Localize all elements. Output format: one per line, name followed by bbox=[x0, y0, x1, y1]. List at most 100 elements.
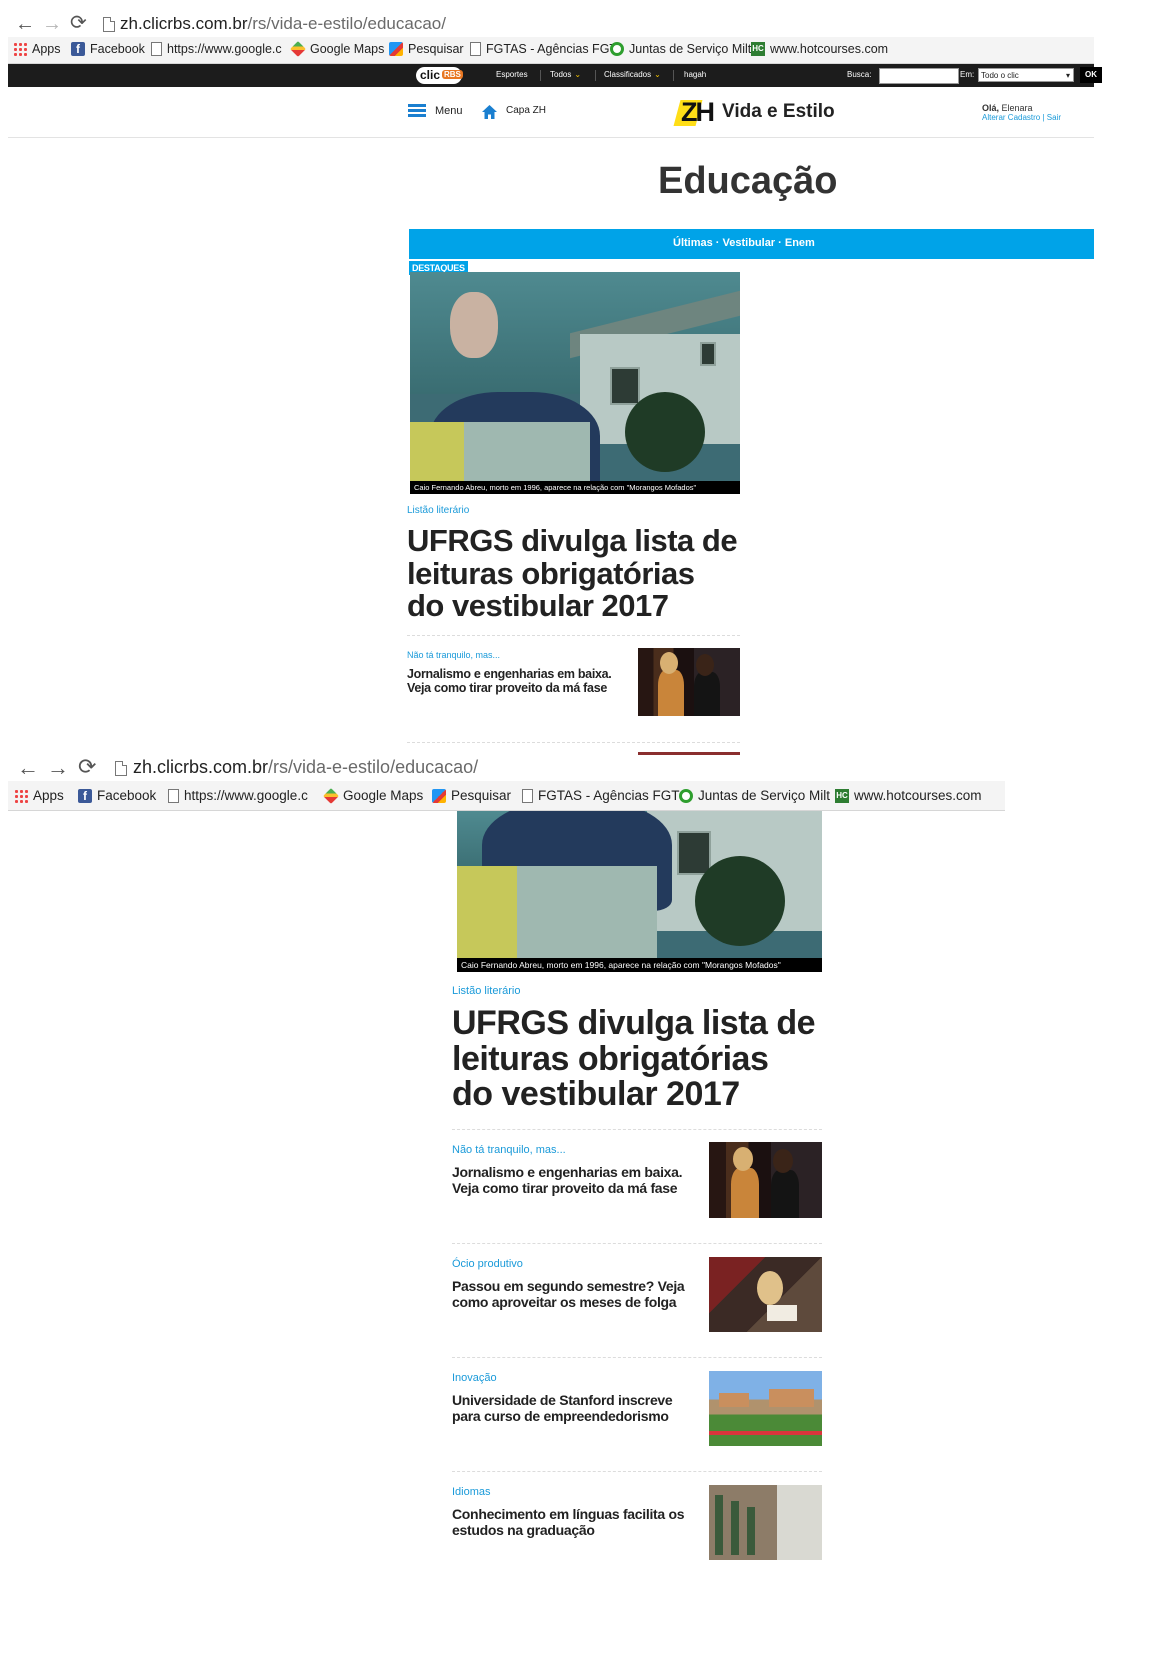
page-icon bbox=[470, 42, 481, 56]
headline-line: como aproveitar os meses de folga bbox=[452, 1294, 677, 1311]
bookmark-juntas[interactable]: Juntas de Serviço Milt bbox=[610, 42, 751, 56]
page-icon bbox=[168, 788, 179, 803]
divider bbox=[407, 742, 740, 743]
bookmark-apps[interactable]: Apps bbox=[14, 788, 64, 803]
article-headline[interactable]: Conhecimento em línguas facilita os estu… bbox=[452, 1506, 685, 1538]
article-category[interactable]: Ócio produtivo bbox=[452, 1258, 523, 1270]
back-arrow-icon[interactable]: ← bbox=[17, 757, 39, 779]
divider bbox=[452, 1129, 822, 1130]
juntas-icon bbox=[610, 42, 624, 56]
article-category[interactable]: Idiomas bbox=[452, 1486, 491, 1498]
divider bbox=[452, 1471, 822, 1472]
clicrbs-logo[interactable]: clic RBS bbox=[416, 67, 463, 84]
headline-line: do vestibular 2017 bbox=[452, 1075, 740, 1114]
capa-zh-link[interactable]: Capa ZH bbox=[506, 105, 546, 116]
photo-caption: Caio Fernando Abreu, morto em 1996, apar… bbox=[410, 481, 740, 494]
forward-arrow-icon[interactable]: → bbox=[47, 757, 69, 779]
headline-line: Passou em segundo semestre? Veja bbox=[452, 1278, 685, 1294]
article-category[interactable]: Não tá tranquilo, mas... bbox=[452, 1144, 566, 1156]
site-header: Menu Capa ZH ZH Vida e Estilo Olá, Elena… bbox=[8, 87, 1094, 138]
clicrbs-top-bar: clic RBS Esportes Todos ⌄ Classificados ⌄ h… bbox=[8, 64, 1102, 87]
maps-icon bbox=[323, 787, 339, 804]
account-links[interactable]: Alterar Cadastro | Sair bbox=[982, 113, 1061, 122]
user-greeting: Olá, Elenara bbox=[982, 103, 1033, 113]
bookmark-google[interactable]: https://www.google.c bbox=[168, 788, 308, 803]
juntas-icon bbox=[679, 788, 693, 803]
headline-line: para curso de empreendedorismo bbox=[452, 1408, 669, 1425]
bookmark-juntas[interactable]: Juntas de Serviço Milt bbox=[679, 788, 830, 803]
student-reading-photo[interactable] bbox=[709, 1257, 822, 1332]
featured-photo[interactable]: Caio Fernando Abreu, morto em 1996, apar… bbox=[457, 811, 822, 972]
article-headline[interactable]: Passou em segundo semestre? Veja como ap… bbox=[452, 1278, 685, 1311]
headline-line: leituras obrigatórias bbox=[452, 1039, 769, 1078]
bookmark-pesquisar[interactable]: Pesquisar bbox=[432, 788, 511, 803]
browser-toolbar-top: ← → ⟳ zh.clicrbs.com.br/rs/vida-e-estilo… bbox=[0, 0, 1169, 37]
bookmark-apps[interactable]: Apps bbox=[13, 42, 61, 56]
facebook-icon: f bbox=[78, 788, 92, 803]
bookmark-fgtas[interactable]: FGTAS - Agências FGT bbox=[522, 788, 680, 803]
headline-line: Jornalismo e engenharias em baixa. bbox=[452, 1164, 683, 1180]
clic-classificados-menu[interactable]: Classificados ⌄ bbox=[604, 70, 661, 79]
bookmark-google-maps[interactable]: Google Maps bbox=[323, 787, 423, 804]
subnav-links[interactable]: Últimas · Vestibular · Enem bbox=[673, 237, 815, 249]
featured-photo[interactable]: Caio Fernando Abreu, morto em 1996, apar… bbox=[410, 272, 740, 494]
page-icon bbox=[151, 42, 162, 56]
headline-line: Conhecimento em línguas facilita os bbox=[452, 1506, 685, 1522]
two-women-photo[interactable] bbox=[709, 1142, 822, 1218]
divider bbox=[540, 70, 541, 81]
divider bbox=[452, 1357, 822, 1358]
hotcourses-icon: HC bbox=[751, 42, 765, 56]
hamburger-icon[interactable] bbox=[408, 104, 426, 118]
headline-line: leituras obrigatórias bbox=[407, 555, 695, 591]
bookmark-google-maps[interactable]: Google Maps bbox=[290, 41, 384, 57]
address-bar[interactable]: zh.clicrbs.com.br/rs/vida-e-estilo/educa… bbox=[120, 14, 446, 34]
back-arrow-icon[interactable]: ← bbox=[15, 14, 35, 34]
forward-arrow-icon[interactable]: → bbox=[42, 14, 62, 34]
featured-category[interactable]: Listão literário bbox=[452, 985, 520, 997]
address-bar[interactable]: zh.clicrbs.com.br/rs/vida-e-estilo/educa… bbox=[133, 757, 478, 778]
clic-esportes-link[interactable]: Esportes bbox=[496, 70, 528, 79]
menu-label[interactable]: Menu bbox=[435, 105, 463, 117]
search-site-icon bbox=[389, 42, 403, 56]
headline-line: Veja como tirar proveito da má fase bbox=[452, 1180, 678, 1197]
library-students-photo[interactable] bbox=[709, 1485, 822, 1560]
bookmark-hotcourses[interactable]: HC www.hotcourses.com bbox=[751, 42, 888, 56]
em-select[interactable]: Todo o clic ▾ bbox=[978, 68, 1074, 82]
page-icon bbox=[115, 761, 127, 776]
featured-headline[interactable]: UFRGS divulga lista de leituras obrigató… bbox=[452, 1004, 816, 1114]
bookmark-hotcourses[interactable]: HC www.hotcourses.com bbox=[835, 788, 982, 803]
bookmark-facebook[interactable]: f Facebook bbox=[78, 788, 156, 803]
article-category[interactable]: Não tá tranquilo, mas... bbox=[407, 650, 500, 660]
home-icon[interactable] bbox=[482, 105, 497, 119]
zh-logo[interactable]: ZH bbox=[673, 97, 717, 127]
article-category[interactable]: Inovação bbox=[452, 1372, 497, 1384]
headline-line: UFRGS divulga lista de bbox=[452, 1004, 816, 1042]
bookmark-google[interactable]: https://www.google.c bbox=[151, 42, 282, 56]
bookmark-fgtas[interactable]: FGTAS - Agências FGT bbox=[470, 42, 617, 56]
headline-line: Universidade de Stanford inscreve bbox=[452, 1392, 673, 1408]
reload-icon[interactable]: ⟳ bbox=[70, 13, 87, 33]
divider bbox=[595, 70, 596, 81]
featured-headline[interactable]: UFRGS divulga lista de leituras obrigató… bbox=[407, 524, 738, 624]
headline-line: Veja como tirar proveito da má fase bbox=[407, 681, 607, 696]
busca-label: Busca: bbox=[847, 70, 872, 79]
em-label: Em: bbox=[960, 70, 975, 79]
two-women-photo[interactable] bbox=[638, 648, 740, 716]
hotcourses-icon: HC bbox=[835, 788, 849, 803]
featured-category[interactable]: Listão literário bbox=[407, 505, 469, 516]
headline-line: Jornalismo e engenharias em baixa. bbox=[407, 667, 612, 681]
facebook-icon: f bbox=[71, 42, 85, 56]
bookmark-pesquisar[interactable]: Pesquisar bbox=[389, 42, 464, 56]
headline-line: do vestibular 2017 bbox=[407, 588, 669, 624]
photo-caption: Caio Fernando Abreu, morto em 1996, apar… bbox=[457, 958, 822, 972]
ok-button[interactable]: OK bbox=[1080, 67, 1102, 83]
stanford-campus-photo[interactable] bbox=[709, 1371, 822, 1446]
article-headline[interactable]: Universidade de Stanford inscreve para c… bbox=[452, 1392, 673, 1425]
clic-hagah-link[interactable]: hagah bbox=[684, 70, 706, 79]
reload-icon[interactable]: ⟳ bbox=[78, 756, 96, 778]
article-headline[interactable]: Jornalismo e engenharias em baixa. Veja … bbox=[407, 667, 612, 696]
bookmark-facebook[interactable]: f Facebook bbox=[71, 42, 145, 56]
busca-input[interactable] bbox=[879, 68, 959, 84]
clic-todos-menu[interactable]: Todos ⌄ bbox=[550, 70, 581, 79]
article-headline[interactable]: Jornalismo e engenharias em baixa. Veja … bbox=[452, 1164, 683, 1197]
